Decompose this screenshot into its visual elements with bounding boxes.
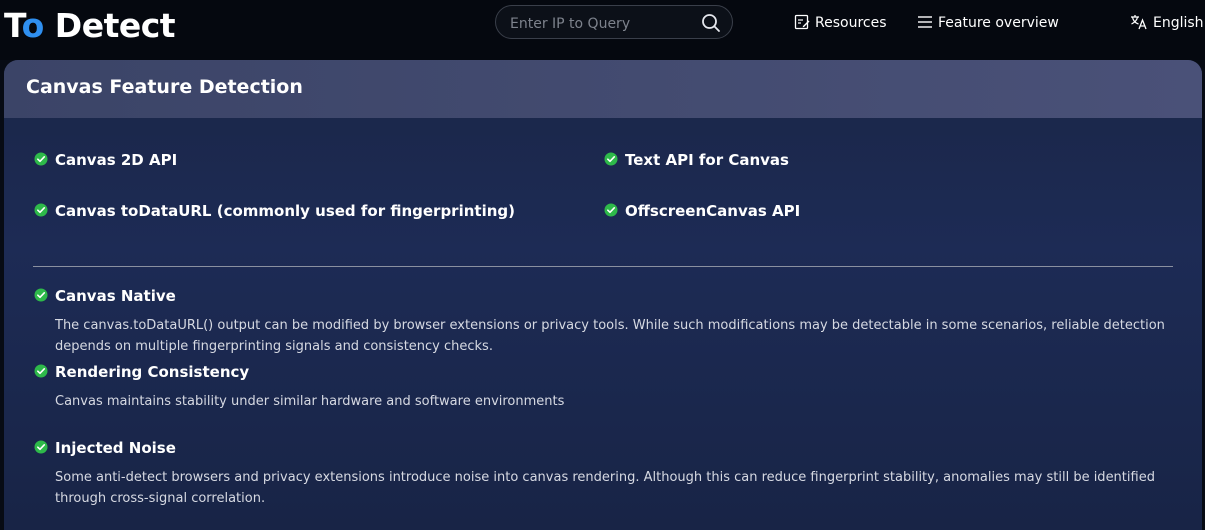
check-canvas-native-description: The canvas.toDataURL() output can be mod… bbox=[55, 318, 1165, 354]
logo-letter-o: o bbox=[21, 6, 45, 45]
logo[interactable]: To Detect bbox=[4, 4, 176, 48]
logo-word-detect: Detect bbox=[43, 6, 176, 45]
document-edit-icon bbox=[794, 14, 810, 30]
feature-text-api: Text API for Canvas bbox=[625, 151, 789, 169]
feature-canvas-todataurl: Canvas toDataURL (commonly used for fing… bbox=[55, 202, 515, 220]
translate-icon bbox=[1131, 15, 1147, 30]
panel-title: Canvas Feature Detection bbox=[26, 76, 303, 98]
language-selector[interactable]: English bbox=[1130, 12, 1204, 34]
nav-feature-overview[interactable]: Feature overview bbox=[917, 12, 1059, 34]
check-circle-icon bbox=[34, 203, 48, 217]
check-circle-icon bbox=[34, 152, 48, 166]
language-label: English bbox=[1153, 15, 1204, 31]
check-injected-noise-title: Injected Noise bbox=[55, 439, 176, 457]
nav-resources-label: Resources bbox=[815, 15, 887, 31]
menu-icon bbox=[918, 16, 932, 28]
check-circle-icon bbox=[604, 152, 618, 166]
panel-header: Canvas Feature Detection bbox=[4, 60, 1202, 118]
ip-search-box bbox=[495, 5, 733, 39]
nav-feature-overview-label: Feature overview bbox=[938, 15, 1059, 31]
logo-letter-t: T bbox=[4, 6, 22, 45]
check-circle-icon bbox=[34, 364, 48, 378]
check-circle-icon bbox=[34, 288, 48, 302]
feature-offscreencanvas-api: OffscreenCanvas API bbox=[625, 202, 801, 220]
nav-resources[interactable]: Resources bbox=[794, 12, 887, 34]
check-circle-icon bbox=[604, 203, 618, 217]
search-icon[interactable] bbox=[701, 13, 721, 33]
check-injected-noise-description: Some anti-detect browsers and privacy ex… bbox=[55, 470, 1155, 506]
feature-canvas-2d-api: Canvas 2D API bbox=[55, 151, 178, 169]
check-rendering-consistency-title: Rendering Consistency bbox=[55, 363, 250, 381]
canvas-detection-panel: Canvas Feature Detection Canvas 2D API T… bbox=[4, 60, 1202, 530]
check-canvas-native-title: Canvas Native bbox=[55, 287, 176, 305]
ip-search-input[interactable] bbox=[508, 12, 702, 36]
top-navigation-bar: To Detect Resources Feature overview bbox=[0, 0, 1205, 60]
check-circle-icon bbox=[34, 440, 48, 454]
section-divider bbox=[33, 266, 1173, 267]
check-rendering-consistency-description: Canvas maintains stability under similar… bbox=[55, 394, 565, 409]
